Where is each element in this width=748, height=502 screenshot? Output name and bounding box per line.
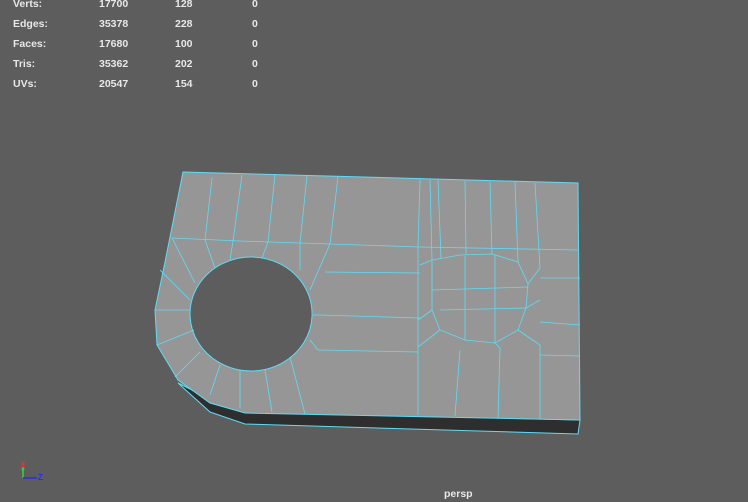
camera-name-label: persp [444,488,473,500]
viewport-3d[interactable] [0,0,748,502]
y-axis-label: Y [21,469,25,475]
z-axis-label: Z [38,473,43,482]
x-axis-label: X [20,460,26,469]
mesh-object[interactable] [154,171,581,435]
axis-gizmo: X Y Z [14,458,54,489]
